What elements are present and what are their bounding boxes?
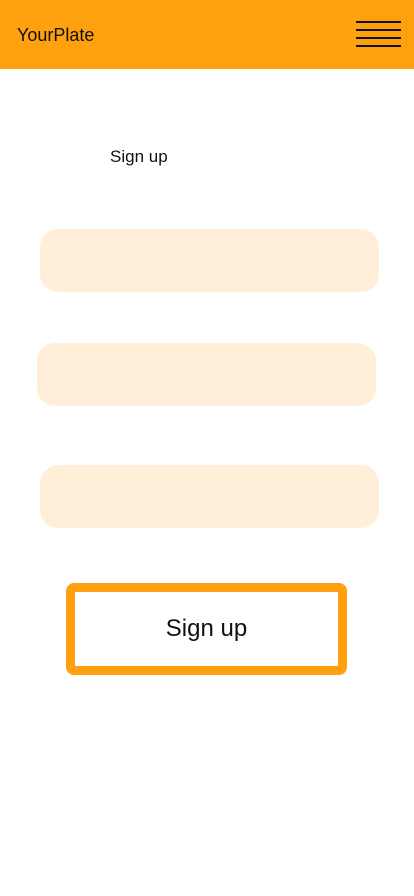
signup-screen: YourPlate Sign up Sign up [0, 0, 414, 896]
brand-name: YourPlate [17, 25, 95, 45]
signup-field-2[interactable] [37, 343, 376, 406]
hamburger-menu-icon [356, 21, 401, 47]
sign-up-button[interactable]: Sign up [66, 583, 347, 675]
menu-button[interactable] [356, 20, 401, 48]
app-header: YourPlate [0, 0, 414, 69]
signup-field-1[interactable] [40, 229, 379, 292]
signup-field-3[interactable] [40, 465, 379, 528]
page-title: Sign up [110, 147, 168, 166]
